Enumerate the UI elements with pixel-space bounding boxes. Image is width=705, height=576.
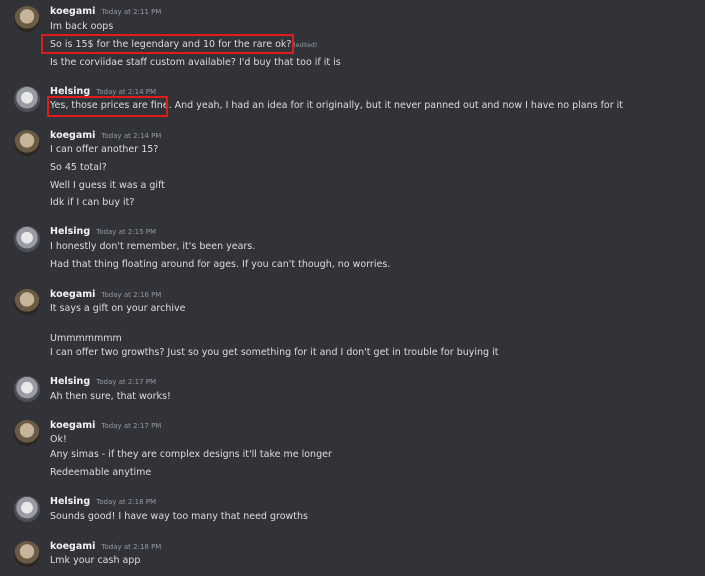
avatar[interactable] — [14, 420, 40, 446]
timestamp: Today at 2:14 PM — [101, 132, 162, 140]
avatar[interactable] — [14, 541, 40, 567]
username[interactable]: koegami — [50, 130, 95, 141]
avatar[interactable] — [14, 289, 40, 315]
username[interactable]: koegami — [50, 289, 95, 300]
avatar[interactable] — [14, 376, 40, 402]
message-text: Ah then sure, that works! — [50, 391, 171, 402]
message-text-part: And yeah, I had an idea for it originall… — [174, 100, 624, 111]
message-text: So is 15$ for the legendary and 10 for t… — [50, 39, 292, 50]
timestamp: Today at 2:11 PM — [101, 8, 162, 16]
message-text: Im back oops — [50, 21, 114, 32]
message-text: I honestly don't remember, it's been yea… — [50, 241, 256, 252]
avatar[interactable] — [14, 226, 40, 252]
message-text: Lmk your cash app — [50, 555, 141, 566]
username[interactable]: koegami — [50, 541, 95, 552]
message-text: Idk if I can buy it? — [50, 197, 135, 208]
username[interactable]: koegami — [50, 6, 95, 17]
message-header: Helsing Today at 2:15 PM — [50, 226, 156, 238]
message-text: Ummmmmmm — [50, 333, 122, 344]
message-text: It says a gift on your archive — [50, 303, 186, 314]
timestamp: Today at 2:14 PM — [96, 88, 157, 96]
username[interactable]: Helsing — [50, 376, 90, 387]
avatar[interactable] — [14, 86, 40, 112]
message-header: koegami Today at 2:14 PM — [50, 130, 161, 142]
timestamp: Today at 2:18 PM — [96, 498, 157, 506]
message-text-edited: So is 15$ for the legendary and 10 for t… — [50, 39, 317, 52]
avatar[interactable] — [14, 6, 40, 32]
timestamp: Today at 2:18 PM — [101, 543, 162, 551]
avatar[interactable] — [14, 496, 40, 522]
message-text: Sounds good! I have way too many that ne… — [50, 511, 308, 522]
message-header: Helsing Today at 2:18 PM — [50, 496, 156, 508]
message-text: Well I guess it was a gift — [50, 180, 165, 191]
timestamp: Today at 2:17 PM — [101, 422, 162, 430]
username[interactable]: Helsing — [50, 86, 90, 97]
message-text: Any simas - if they are complex designs … — [50, 449, 332, 460]
message-text-part: Yes, those prices are fine. — [50, 100, 172, 111]
message-header: koegami Today at 2:16 PM — [50, 289, 161, 301]
username[interactable]: koegami — [50, 420, 95, 431]
timestamp: Today at 2:16 PM — [101, 291, 162, 299]
username[interactable]: Helsing — [50, 496, 90, 507]
message-text: I can offer two growths? Just so you get… — [50, 347, 499, 358]
message-header: koegami Today at 2:11 PM — [50, 6, 161, 18]
edited-label: (edited) — [293, 42, 318, 49]
message-text: Redeemable anytime — [50, 467, 152, 478]
message-text: Had that thing floating around for ages.… — [50, 259, 391, 270]
message-text: Ok! — [50, 434, 67, 445]
message-header: koegami Today at 2:17 PM — [50, 420, 161, 432]
message-header: Helsing Today at 2:17 PM — [50, 376, 156, 388]
username[interactable]: Helsing — [50, 226, 90, 237]
message-text: So 45 total? — [50, 162, 107, 173]
timestamp: Today at 2:15 PM — [96, 228, 157, 236]
avatar[interactable] — [14, 130, 40, 156]
timestamp: Today at 2:17 PM — [96, 378, 157, 386]
message-header: koegami Today at 2:18 PM — [50, 541, 161, 553]
message-text: Yes, those prices are fine. And yeah, I … — [50, 100, 623, 112]
message-text: Is the corviidae staff custom available?… — [50, 57, 341, 68]
message-text: I can offer another 15? — [50, 144, 159, 155]
message-header: Helsing Today at 2:14 PM — [50, 86, 156, 98]
